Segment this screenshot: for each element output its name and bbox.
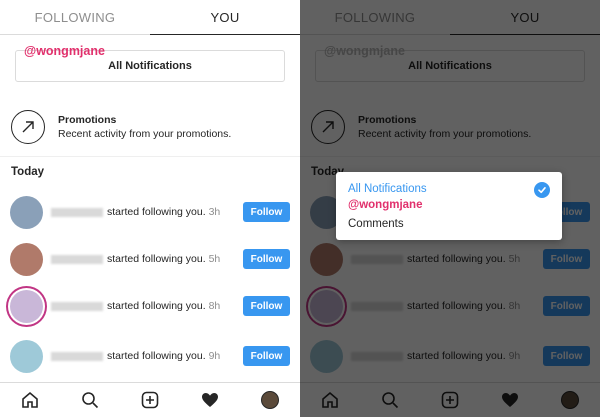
option-comments[interactable]: Comments	[348, 218, 404, 230]
notification-row[interactable]: started following you. 3h Follow	[10, 194, 290, 230]
bottom-nav	[0, 382, 300, 417]
divider	[0, 156, 300, 157]
home-icon[interactable]	[18, 388, 42, 412]
arrow-up-right-icon	[11, 110, 45, 144]
notification-text: started following you. 9h	[107, 350, 221, 362]
tab-following[interactable]: FOLLOWING	[0, 0, 150, 34]
follow-button[interactable]: Follow	[243, 296, 290, 316]
notification-time: 3h	[208, 206, 221, 218]
username-blurred	[51, 301, 103, 311]
username-blurred	[51, 207, 103, 217]
notification-time: 9h	[208, 350, 221, 362]
promotions-title: Promotions	[58, 114, 117, 126]
avatar[interactable]	[10, 289, 43, 323]
avatar[interactable]	[10, 195, 43, 229]
username-overlay: @wongmjane	[24, 44, 105, 58]
follow-button[interactable]: Follow	[243, 202, 290, 222]
username-blurred	[51, 351, 103, 361]
promotions-subtitle: Recent activity from your promotions.	[58, 128, 232, 140]
add-icon[interactable]	[138, 388, 162, 412]
promotions-item[interactable]: Promotions Recent activity from your pro…	[11, 107, 296, 147]
notifications-filter-popup: All Notifications @wongmjane Comments	[336, 172, 562, 240]
profile-avatar[interactable]	[258, 388, 282, 412]
option-all-notifications[interactable]: All Notifications	[348, 183, 427, 195]
promotions-text: Promotions Recent activity from your pro…	[58, 113, 231, 141]
notification-text: started following you. 5h	[107, 253, 221, 265]
option-username[interactable]: @wongmjane	[348, 199, 422, 211]
follow-button[interactable]: Follow	[243, 249, 290, 269]
notification-text: started following you. 3h	[107, 206, 221, 218]
left-screen: FOLLOWING YOU All Notifications @wongmja…	[0, 0, 300, 417]
avatar[interactable]	[10, 242, 43, 276]
notification-text: started following you. 8h	[107, 300, 221, 312]
heart-icon[interactable]	[198, 388, 222, 412]
section-title: Today	[11, 166, 45, 178]
notification-time: 8h	[208, 300, 221, 312]
avatar[interactable]	[10, 339, 43, 373]
notification-row[interactable]: started following you. 9h Follow	[10, 338, 290, 374]
check-icon	[534, 182, 550, 198]
notification-row[interactable]: started following you. 5h Follow	[10, 241, 290, 277]
search-icon[interactable]	[78, 388, 102, 412]
follow-button[interactable]: Follow	[243, 346, 290, 366]
tab-you[interactable]: YOU	[150, 0, 300, 35]
notification-time: 5h	[208, 253, 221, 265]
filter-button-label: All Notifications	[108, 60, 192, 72]
tab-bar: FOLLOWING YOU	[0, 0, 300, 35]
username-blurred	[51, 254, 103, 264]
notification-row[interactable]: started following you. 8h Follow	[10, 288, 290, 324]
